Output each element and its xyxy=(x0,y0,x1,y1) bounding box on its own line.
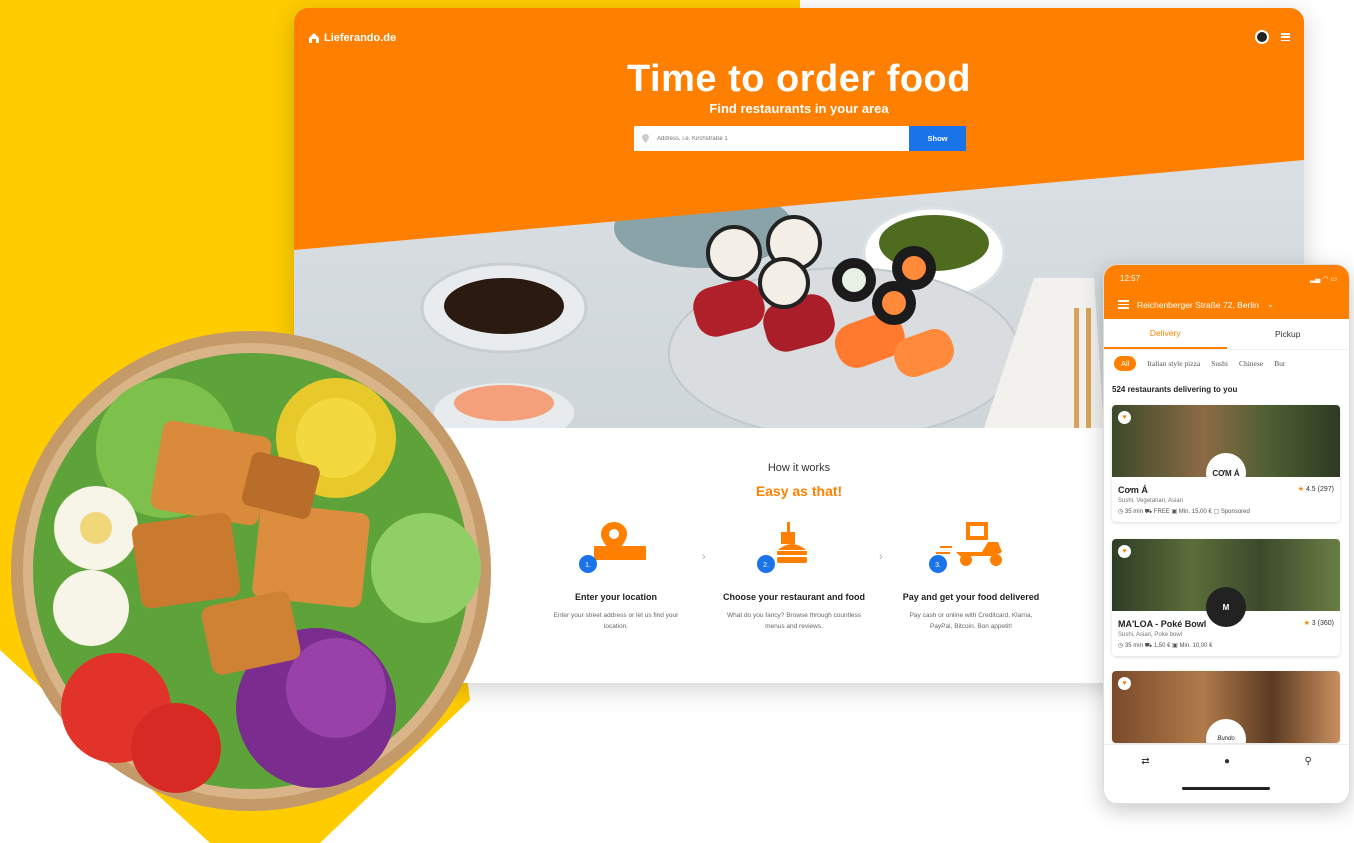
hamburger-menu-icon[interactable] xyxy=(1118,300,1129,309)
location-pin-icon: 1. xyxy=(579,522,646,573)
restaurant-photo: ♥ CƠM Á xyxy=(1112,405,1340,493)
show-button[interactable]: Show xyxy=(909,126,966,151)
restaurant-card[interactable]: ♥ CƠM Á Cơm Á ★ 4.5 (297) Sushi, Vegetar… xyxy=(1112,405,1340,522)
step-title: Enter your location xyxy=(574,592,657,602)
house-logo-icon xyxy=(309,33,319,43)
step-number: 1. xyxy=(585,562,591,569)
burger-drink-icon: 2. xyxy=(757,522,807,573)
logo-text: Lieferando.de xyxy=(324,32,397,44)
restaurant-tags: Sushi, Asian, Poke bowl xyxy=(1118,632,1183,638)
category-italian-pizza[interactable]: Italian style pizza xyxy=(1147,359,1200,368)
address-selector[interactable]: Reichenberger Straße 72, Berlin ⌄ xyxy=(1118,299,1274,310)
language-flag-icon[interactable] xyxy=(1255,30,1269,44)
step-title: Choose your restaurant and food xyxy=(722,592,865,602)
hero-subtitle: Find restaurants in your area xyxy=(709,101,889,116)
step-description: Enter your street address or let us find… xyxy=(553,612,679,630)
step-description: Pay cash or online with Creditcard, Klar… xyxy=(909,612,1033,630)
address-input[interactable] xyxy=(655,134,909,143)
restaurant-count: 524 restaurants delivering to you xyxy=(1112,385,1238,394)
delivery-pickup-tabs: Delivery Pickup xyxy=(1104,319,1349,350)
delivery-scooter-icon: 3. xyxy=(929,522,1002,573)
category-chips: All Italian style pizza Sushi Chinese Bu… xyxy=(1114,356,1285,371)
lieferando-logo[interactable]: Lieferando.de xyxy=(308,32,396,44)
restaurant-photo: ♥ M xyxy=(1112,539,1340,627)
status-icons: ▂▄ ◠ ▭ xyxy=(1310,276,1337,283)
phone-app: 12:57 ▂▄ ◠ ▭ Reichenberger Straße 72, Be… xyxy=(1103,264,1350,804)
home-indicator xyxy=(1182,787,1270,790)
restaurant-card[interactable]: ♥ Bundo xyxy=(1112,671,1340,743)
restaurant-photo: ♥ Bundo xyxy=(1112,671,1340,743)
address-search: Show xyxy=(634,126,966,151)
restaurant-rating: ★ 4.5 (297) xyxy=(1297,486,1334,493)
address-input-wrap[interactable] xyxy=(634,126,909,151)
step-number: 2. xyxy=(763,562,769,569)
star-icon: ★ xyxy=(1303,620,1310,627)
step-choose-restaurant: 2. Choose your restaurant and food What … xyxy=(709,518,879,632)
phone-header: 12:57 ▂▄ ◠ ▭ Reichenberger Straße 72, Be… xyxy=(1104,265,1349,319)
restaurant-name: MA'LOA - Poké Bowl xyxy=(1118,619,1207,629)
location-pin-icon xyxy=(642,134,649,143)
restaurant-info: MA'LOA - Poké Bowl ★ 3 (360) Sushi, Asia… xyxy=(1112,611,1340,656)
category-all[interactable]: All xyxy=(1114,356,1137,371)
restaurant-card[interactable]: ♥ M MA'LOA - Poké Bowl ★ 3 (360) Sushi, … xyxy=(1112,539,1340,656)
category-burgers[interactable]: Bur xyxy=(1274,359,1285,368)
step-title: Pay and get your food delivered xyxy=(902,592,1040,602)
search-icon[interactable]: ⚲ xyxy=(1304,756,1311,767)
favorite-heart-icon[interactable]: ♥ xyxy=(1118,411,1131,424)
step-number: 3. xyxy=(935,562,941,569)
restaurant-tags: Sushi, Vegetarian, Asian xyxy=(1118,498,1184,504)
menu-icon[interactable] xyxy=(1281,33,1290,41)
map-pin-icon[interactable]: ● xyxy=(1224,756,1230,767)
category-sushi[interactable]: Sushi xyxy=(1211,359,1228,368)
chevron-down-icon: ⌄ xyxy=(1266,299,1275,309)
restaurant-rating: ★ 3 (360) xyxy=(1303,620,1334,627)
star-icon: ★ xyxy=(1297,486,1305,493)
step-enter-location: 1. Enter your location Enter your street… xyxy=(531,518,701,632)
step-description: What do you fancy? Browse through countl… xyxy=(726,612,862,630)
favorite-heart-icon[interactable]: ♥ xyxy=(1118,677,1131,690)
restaurant-logo: Bundo xyxy=(1206,719,1246,743)
tab-delivery[interactable]: Delivery xyxy=(1104,319,1227,349)
status-time: 12:57 xyxy=(1120,274,1141,283)
restaurant-meta: ◷ 35 min ⛟ FREE ▣ Min. 15,00 € ▢ Sponsor… xyxy=(1118,509,1250,515)
category-chinese[interactable]: Chinese xyxy=(1239,359,1263,368)
favorite-heart-icon[interactable]: ♥ xyxy=(1118,545,1131,558)
bottom-nav: ⇄ ● ⚲ xyxy=(1104,744,1349,777)
salad-bowl-photo xyxy=(11,331,491,811)
tab-pickup[interactable]: Pickup xyxy=(1227,319,1350,349)
sort-icon[interactable]: ⇄ xyxy=(1141,756,1149,767)
hero-title: Time to order food xyxy=(627,58,971,100)
step-pay-delivered: 3. Pay and get your food delivered Pay c… xyxy=(886,518,1056,632)
top-right-controls xyxy=(1255,30,1290,44)
address-text: Reichenberger Straße 72, Berlin xyxy=(1137,299,1259,310)
restaurant-info: Cơm Á ★ 4.5 (297) Sushi, Vegetarian, Asi… xyxy=(1112,477,1340,522)
chevron-right-icon: › xyxy=(879,551,883,563)
restaurant-meta: ◷ 35 min ⛟ 1,50 € ▣ Min. 10,00 € xyxy=(1118,643,1213,649)
chevron-right-icon: › xyxy=(702,551,706,563)
